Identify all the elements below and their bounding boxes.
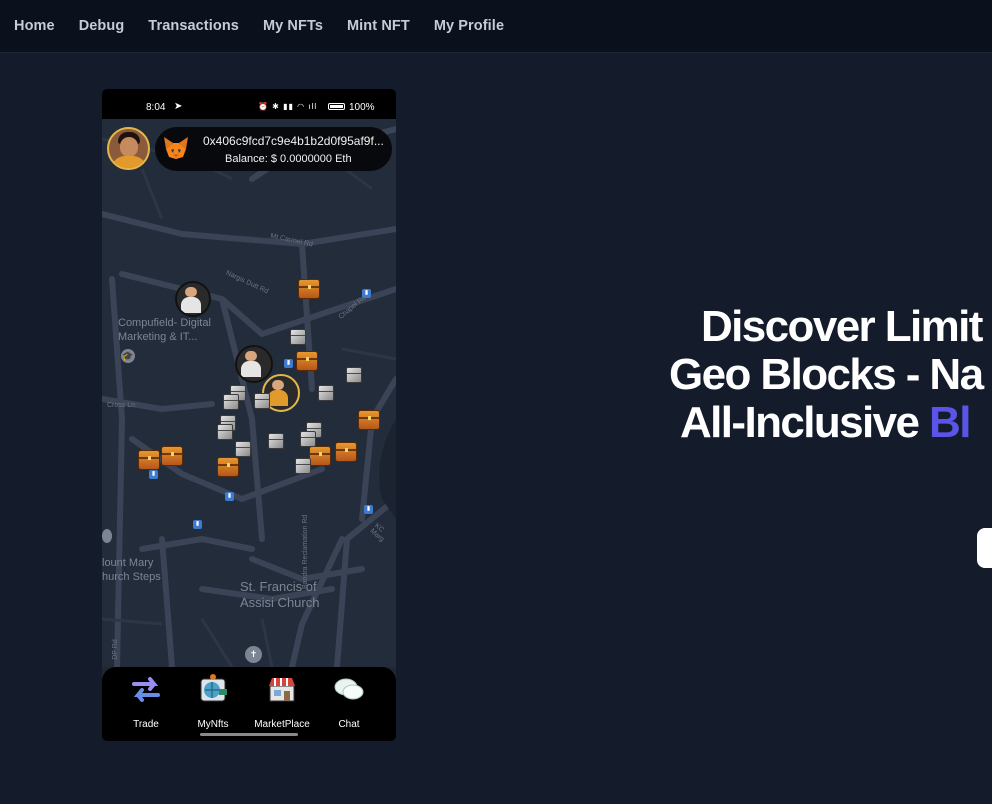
nav-transactions-link[interactable]: Transactions [148,18,239,34]
bottom-tab-bar: Trade MyNfts MarketPlace Chat [102,667,396,741]
map-place-compufield: Compufield- Digital Marketing & IT... [118,317,211,343]
geo-block-cube-icon[interactable] [235,441,251,457]
geo-block-cube-icon[interactable] [290,329,306,345]
wallet-balance: Balance: $ 0.0000000 Eth [225,153,352,165]
location-arrow-icon: ➤ [174,101,183,112]
road-label-cross-ln: Cross Ln [107,402,136,409]
geo-block-cube-icon[interactable] [318,385,334,401]
geo-block-cube-icon[interactable] [223,394,239,410]
home-indicator [200,733,298,736]
top-navbar: Home Debug Transactions My NFTs Mint NFT… [0,0,992,53]
treasure-chest-icon[interactable] [335,442,357,462]
geo-block-cube-icon[interactable] [254,393,270,409]
tab-label: MyNfts [197,719,229,730]
tab-mynfts[interactable]: MyNfts [183,673,243,730]
status-time: 8:04 [146,102,166,113]
nft-globe-icon [200,674,227,702]
metamask-fox-icon [164,137,188,159]
bus-stop-icon: ▮ [364,505,373,514]
geo-block-cube-icon[interactable] [300,431,316,447]
wallet-address: 0x406c9fcd7c9e4b1b2d0f95af9f... [203,134,384,148]
treasure-chest-icon[interactable] [358,410,380,430]
bus-stop-icon: ▮ [362,289,371,298]
profile-avatar[interactable] [107,127,150,170]
battery-percent: 100% [349,102,375,113]
church-pin-icon: ✝ [245,646,262,663]
battery-icon [328,103,345,110]
map-poi-pin-icon: 🎓 [121,349,135,363]
bus-stop-icon: ▮ [225,492,234,501]
nav-home-link[interactable]: Home [14,18,55,34]
hero-line-3-text: All-Inclusive [680,398,930,447]
nav-my-profile-link[interactable]: My Profile [434,18,504,34]
nav-mint-nft-link[interactable]: Mint NFT [347,18,410,34]
bus-stop-icon: ▮ [149,470,158,479]
map-poi-pin-icon [102,529,112,543]
tab-marketplace[interactable]: MarketPlace [252,673,312,730]
geo-block-cube-icon[interactable] [295,458,311,474]
map-place-mount-mary: lount Mary hurch Steps [102,557,161,583]
wallet-info-pill[interactable]: 0x406c9fcd7c9e4b1b2d0f95af9f... Balance:… [155,127,392,171]
treasure-chest-icon[interactable] [298,279,320,299]
tab-trade[interactable]: Trade [116,673,176,730]
bus-stop-icon: ▮ [193,520,202,529]
treasure-chest-icon[interactable] [309,446,331,466]
road-label-dp: DP Rd [111,639,119,660]
treasure-chest-icon[interactable] [138,450,160,470]
tab-label: MarketPlace [254,719,310,730]
nav-my-nfts-link[interactable]: My NFTs [263,18,323,34]
geo-block-cube-icon[interactable] [268,433,284,449]
nav-debug-link[interactable]: Debug [79,18,125,34]
tab-chat[interactable]: Chat [319,673,379,730]
hero-heading: Discover Limit Geo Blocks - Na All-Inclu… [530,300,992,450]
hero-line-3: All-Inclusive Bl [680,398,971,448]
bus-stop-icon: ▮ [284,359,293,368]
treasure-chest-icon[interactable] [161,446,183,466]
hero-line-3-accent: Bl [929,398,971,447]
phone-status-bar: 8:04 ➤ ⏰ ✱ ▮▮ ◠ ıll 100% [102,89,396,119]
trade-arrows-icon [132,677,160,702]
map-place-st-francis: St. Francis of Assisi Church [240,579,320,611]
user-map-pin[interactable] [175,281,211,317]
phone-screenshot: 8:04 ➤ ⏰ ✱ ▮▮ ◠ ıll 100% Mt Carmel Rd Na… [102,89,396,741]
marketplace-store-icon [269,678,295,702]
treasure-chest-icon[interactable] [296,351,318,371]
tab-label: Chat [338,719,360,730]
tab-label: Trade [133,719,159,730]
geo-block-cube-icon[interactable] [346,367,362,383]
hero-cta-button[interactable] [977,528,992,568]
map-view[interactable]: Mt Carmel Rd Nargis Dutt Rd Chapel Rd Co… [102,119,396,667]
user-map-pin[interactable] [235,345,273,383]
hero-line-2: Geo Blocks - Na [669,350,984,399]
treasure-chest-icon[interactable] [217,457,239,477]
geo-block-cube-icon[interactable] [217,424,233,440]
chat-bubbles-icon [334,678,364,700]
hero-line-1: Discover Limit [701,302,983,351]
status-icons: ⏰ ✱ ▮▮ ◠ ıll [258,102,318,111]
road-label-bandra: Bandra Reclamation Rd [302,514,309,589]
